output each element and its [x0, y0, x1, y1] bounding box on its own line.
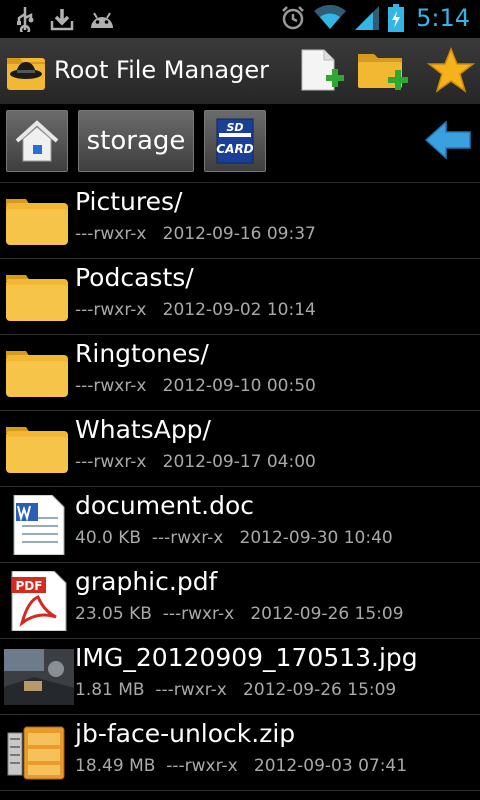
wifi-icon	[314, 5, 347, 29]
image-thumbnail-icon	[4, 649, 74, 705]
file-list: Pictures/ ---rwxr-x 2012-09-16 09:37 Pod…	[0, 183, 480, 791]
file-meta: ---rwxr-x 2012-09-10 00:50	[75, 376, 316, 396]
file-name: IMG_20120909_170513.jpg	[75, 643, 418, 672]
sd-card-label: CARD	[216, 142, 253, 156]
svg-text:PDF: PDF	[16, 579, 43, 593]
archive-zip-icon	[7, 726, 65, 780]
sd-card-top-label: SD	[226, 121, 243, 134]
arrow-left-icon	[424, 120, 471, 160]
word-document-icon	[13, 495, 65, 555]
file-name: WhatsApp/	[75, 415, 211, 444]
file-meta: 40.0 KB ---rwxr-x 2012-09-30 10:40	[75, 528, 393, 548]
list-item[interactable]: PDF graphic.pdf 23.05 KB ---rwxr-x 2012-…	[0, 563, 480, 639]
status-clock: 5:14	[416, 4, 470, 32]
list-item[interactable]: WhatsApp/ ---rwxr-x 2012-09-17 04:00	[0, 411, 480, 487]
breadcrumb-storage[interactable]: storage	[78, 110, 194, 172]
file-meta: ---rwxr-x 2012-09-16 09:37	[75, 224, 316, 244]
android-icon	[91, 12, 113, 28]
battery-icon	[388, 4, 405, 32]
list-item[interactable]: Ringtones/ ---rwxr-x 2012-09-10 00:50	[0, 335, 480, 411]
usb-icon	[17, 7, 34, 32]
file-meta: 23.05 KB ---rwxr-x 2012-09-26 15:09	[75, 604, 404, 624]
app-title: Root File Manager	[54, 56, 269, 84]
list-item[interactable]: Pictures/ ---rwxr-x 2012-09-16 09:37	[0, 183, 480, 259]
bookmarks-button[interactable]	[426, 46, 476, 96]
file-name: jb-face-unlock.zip	[75, 719, 296, 748]
file-name: graphic.pdf	[75, 567, 218, 596]
file-name: Ringtones/	[75, 339, 209, 368]
file-name: document.doc	[75, 491, 254, 520]
file-meta: ---rwxr-x 2012-09-02 10:14	[75, 300, 316, 320]
list-item[interactable]: document.doc 40.0 KB ---rwxr-x 2012-09-3…	[0, 487, 480, 563]
back-button[interactable]	[424, 118, 472, 162]
list-item[interactable]: IMG_20120909_170513.jpg 1.81 MB ---rwxr-…	[0, 639, 480, 715]
folder-icon	[6, 199, 68, 245]
folder-icon	[6, 427, 68, 473]
new-file-button[interactable]	[296, 46, 346, 96]
file-name: Pictures/	[75, 187, 183, 216]
signal-icon	[355, 6, 380, 30]
sd-card-icon: SD CARD	[216, 118, 254, 164]
new-file-icon	[301, 49, 344, 91]
status-bar: 5:14	[0, 0, 480, 38]
folder-icon	[6, 351, 68, 397]
file-meta: 1.81 MB ---rwxr-x 2012-09-26 15:09	[75, 680, 397, 700]
star-icon	[426, 46, 476, 93]
title-bar: Root File Manager	[0, 38, 480, 105]
list-item[interactable]: jb-face-unlock.zip 18.49 MB ---rwxr-x 20…	[0, 715, 480, 791]
pdf-icon: PDF	[11, 571, 67, 631]
home-button[interactable]	[6, 110, 68, 172]
file-meta: ---rwxr-x 2012-09-17 04:00	[75, 452, 316, 472]
download-icon	[50, 9, 74, 31]
app-logo-icon	[7, 58, 45, 90]
folder-icon	[6, 275, 68, 321]
sd-card-button[interactable]: SD CARD	[204, 110, 266, 172]
list-item[interactable]: Podcasts/ ---rwxr-x 2012-09-02 10:14	[0, 259, 480, 335]
alarm-icon	[282, 6, 304, 30]
new-folder-icon	[358, 54, 408, 90]
path-bar: storage SD CARD	[0, 104, 480, 183]
new-folder-button[interactable]	[356, 46, 412, 96]
home-icon	[15, 120, 59, 162]
file-meta: 18.49 MB ---rwxr-x 2012-09-03 07:41	[75, 756, 408, 776]
file-name: Podcasts/	[75, 263, 194, 292]
